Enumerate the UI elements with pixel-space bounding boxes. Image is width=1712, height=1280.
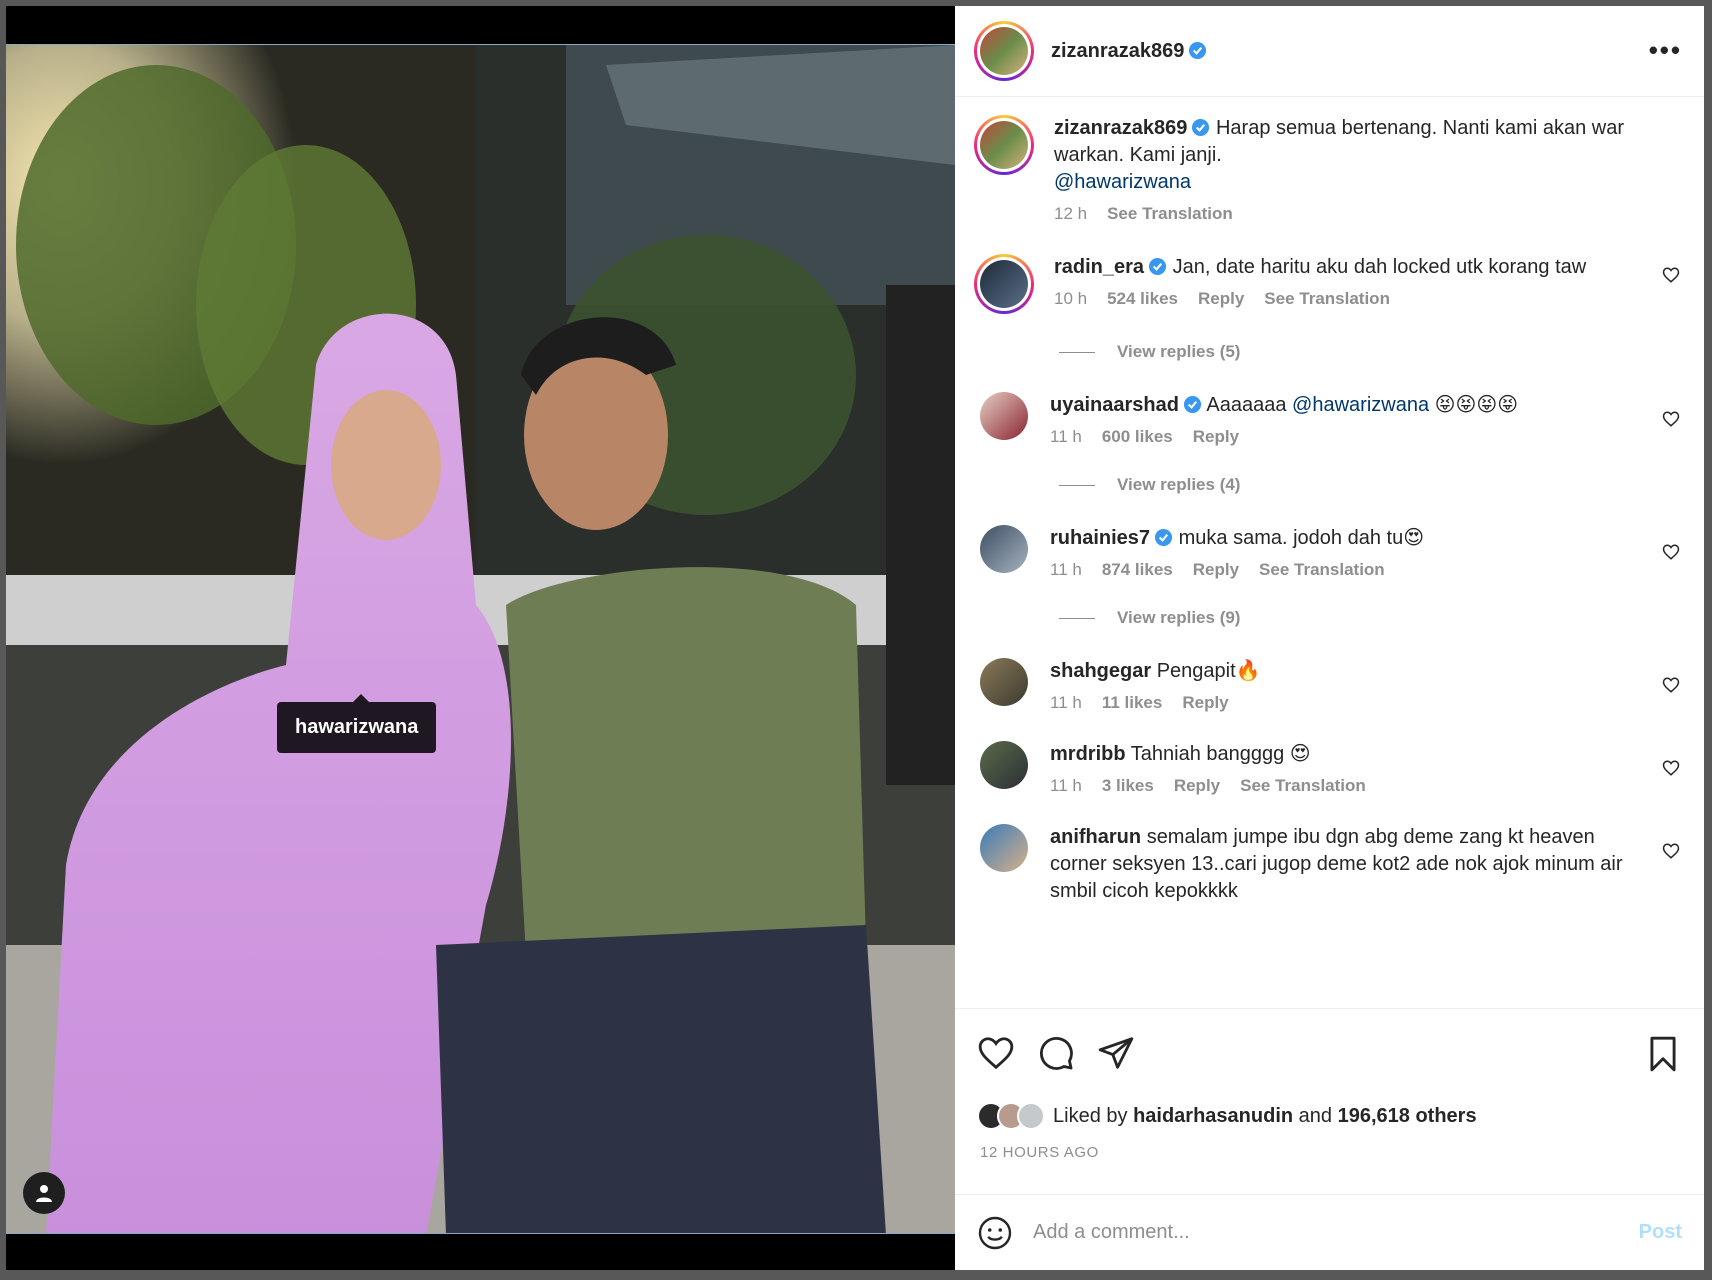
like-heart-icon[interactable] bbox=[977, 1034, 1015, 1072]
verified-icon bbox=[1192, 118, 1210, 137]
more-options-icon[interactable]: ••• bbox=[1649, 37, 1682, 63]
view-replies-button[interactable]: View replies (4) bbox=[1059, 475, 1680, 495]
comment-time[interactable]: 10 h bbox=[1054, 289, 1087, 309]
tagged-users-button[interactable] bbox=[23, 1172, 65, 1214]
post-timestamp[interactable]: 12 HOURS AGO bbox=[955, 1136, 1704, 1194]
comment-bubble-icon[interactable] bbox=[1037, 1034, 1075, 1072]
post-modal: hawarizwana zizanrazak869 ••• zizanrazak… bbox=[6, 6, 1704, 1270]
post-actions bbox=[955, 1008, 1704, 1096]
caption-avatar[interactable] bbox=[974, 115, 1034, 175]
comment-time[interactable]: 11 h bbox=[1050, 427, 1082, 447]
verified-icon bbox=[1149, 257, 1167, 276]
comment-username[interactable]: anifharun bbox=[1050, 826, 1141, 848]
comment-likes[interactable]: 524 likes bbox=[1107, 289, 1178, 309]
reply-button[interactable]: Reply bbox=[1174, 776, 1220, 796]
post-caption: zizanrazak869 Harap semua bertenang. Nan… bbox=[974, 115, 1680, 224]
like-comment-heart-icon[interactable] bbox=[1662, 410, 1680, 428]
like-comment-heart-icon[interactable] bbox=[1662, 676, 1680, 694]
post-photo[interactable] bbox=[6, 44, 955, 1234]
commenter-avatar[interactable] bbox=[974, 254, 1034, 314]
post-side-panel: zizanrazak869 ••• zizanrazak869 Harap se… bbox=[955, 6, 1704, 1270]
comment-emoji: 😝😝😝😝 bbox=[1434, 394, 1519, 416]
emoji-smiley-icon[interactable] bbox=[977, 1215, 1013, 1251]
like-comment-heart-icon[interactable] bbox=[1662, 543, 1680, 561]
comment-likes[interactable]: 11 likes bbox=[1102, 693, 1163, 713]
comment-text: Jan, date haritu aku dah locked utk kora… bbox=[1172, 256, 1587, 278]
comment-likes[interactable]: 874 likes bbox=[1102, 560, 1173, 580]
see-translation-button[interactable]: See Translation bbox=[1107, 204, 1233, 224]
caption-mention[interactable]: @hawarizwana bbox=[1054, 171, 1191, 193]
comment-text: muka sama. jodoh dah tu😍 bbox=[1178, 527, 1425, 549]
comment-time[interactable]: 11 h bbox=[1050, 693, 1082, 713]
see-translation-button[interactable]: See Translation bbox=[1264, 289, 1390, 309]
liked-by-and: and bbox=[1298, 1104, 1333, 1127]
comments-list: zizanrazak869 Harap semua bertenang. Nan… bbox=[955, 97, 1704, 1008]
verified-icon bbox=[1189, 41, 1207, 59]
reply-button[interactable]: Reply bbox=[1193, 427, 1239, 447]
commenter-avatar[interactable] bbox=[980, 824, 1028, 872]
liked-by-line: Liked by haidarhasanudin and 196,618 oth… bbox=[955, 1096, 1704, 1136]
commenter-avatar[interactable] bbox=[980, 392, 1028, 440]
comment-time[interactable]: 11 h bbox=[1050, 776, 1082, 796]
liker-avatars[interactable] bbox=[977, 1102, 1045, 1130]
view-replies-button[interactable]: View replies (9) bbox=[1059, 608, 1680, 628]
reply-button[interactable]: Reply bbox=[1193, 560, 1239, 580]
user-icon bbox=[36, 1185, 52, 1202]
liked-by-others[interactable]: 196,618 others bbox=[1338, 1105, 1477, 1128]
reply-button[interactable]: Reply bbox=[1182, 693, 1228, 713]
comment-mention[interactable]: @hawarizwana bbox=[1292, 394, 1429, 416]
share-paper-plane-icon[interactable] bbox=[1097, 1034, 1135, 1072]
liked-by-user[interactable]: haidarhasanudin bbox=[1133, 1105, 1293, 1128]
comment-item: shahgegar Pengapit🔥 11 h 11 likes Reply bbox=[974, 658, 1680, 713]
comment-username[interactable]: radin_era bbox=[1054, 256, 1144, 278]
like-comment-heart-icon[interactable] bbox=[1662, 759, 1680, 777]
post-comment-button[interactable]: Post bbox=[1639, 1221, 1682, 1244]
comment-likes[interactable]: 600 likes bbox=[1102, 427, 1173, 447]
comment-item: ruhainies7 muka sama. jodoh dah tu😍 11 h… bbox=[974, 525, 1680, 580]
comment-item: uyainaarshad Aaaaaaa @hawarizwana 😝😝😝😝 1… bbox=[974, 392, 1680, 447]
bookmark-icon[interactable] bbox=[1644, 1035, 1682, 1073]
commenter-avatar[interactable] bbox=[980, 525, 1028, 573]
photo-user-tag[interactable]: hawarizwana bbox=[277, 694, 437, 753]
comment-text: Pengapit🔥 bbox=[1156, 660, 1261, 682]
reply-button[interactable]: Reply bbox=[1198, 289, 1244, 309]
comment-text: Tahniah bangggg 😍 bbox=[1130, 743, 1311, 765]
caption-time[interactable]: 12 h bbox=[1054, 204, 1087, 224]
like-comment-heart-icon[interactable] bbox=[1662, 842, 1680, 860]
comment-username[interactable]: uyainaarshad bbox=[1050, 394, 1179, 416]
add-comment-bar: Add a comment... Post bbox=[955, 1194, 1704, 1270]
post-media: hawarizwana bbox=[6, 6, 955, 1270]
comment-username[interactable]: shahgegar bbox=[1050, 660, 1151, 682]
comment-username[interactable]: mrdribb bbox=[1050, 743, 1126, 765]
see-translation-button[interactable]: See Translation bbox=[1240, 776, 1366, 796]
verified-icon bbox=[1183, 395, 1202, 414]
comment-item: radin_era Jan, date haritu aku dah locke… bbox=[974, 254, 1680, 314]
comment-item: anifharun semalam jumpe ibu dgn abg deme… bbox=[974, 824, 1680, 905]
post-header: zizanrazak869 ••• bbox=[955, 6, 1704, 97]
comment-time[interactable]: 11 h bbox=[1050, 560, 1082, 580]
author-username[interactable]: zizanrazak869 bbox=[1051, 40, 1207, 63]
like-comment-heart-icon[interactable] bbox=[1662, 266, 1680, 284]
comment-likes[interactable]: 3 likes bbox=[1102, 776, 1154, 796]
comment-text: Aaaaaaa bbox=[1206, 394, 1287, 416]
comment-input[interactable]: Add a comment... bbox=[1033, 1221, 1639, 1244]
view-replies-button[interactable]: View replies (5) bbox=[1059, 342, 1680, 362]
commenter-avatar[interactable] bbox=[980, 658, 1028, 706]
comment-username[interactable]: ruhainies7 bbox=[1050, 527, 1150, 549]
verified-icon bbox=[1154, 528, 1173, 547]
liked-by-prefix: Liked by bbox=[1053, 1104, 1128, 1127]
author-avatar[interactable] bbox=[974, 21, 1034, 81]
caption-username[interactable]: zizanrazak869 bbox=[1054, 117, 1187, 139]
comment-item: mrdribb Tahniah bangggg 😍 11 h 3 likes Rep… bbox=[974, 741, 1680, 796]
commenter-avatar[interactable] bbox=[980, 741, 1028, 789]
see-translation-button[interactable]: See Translation bbox=[1259, 560, 1385, 580]
